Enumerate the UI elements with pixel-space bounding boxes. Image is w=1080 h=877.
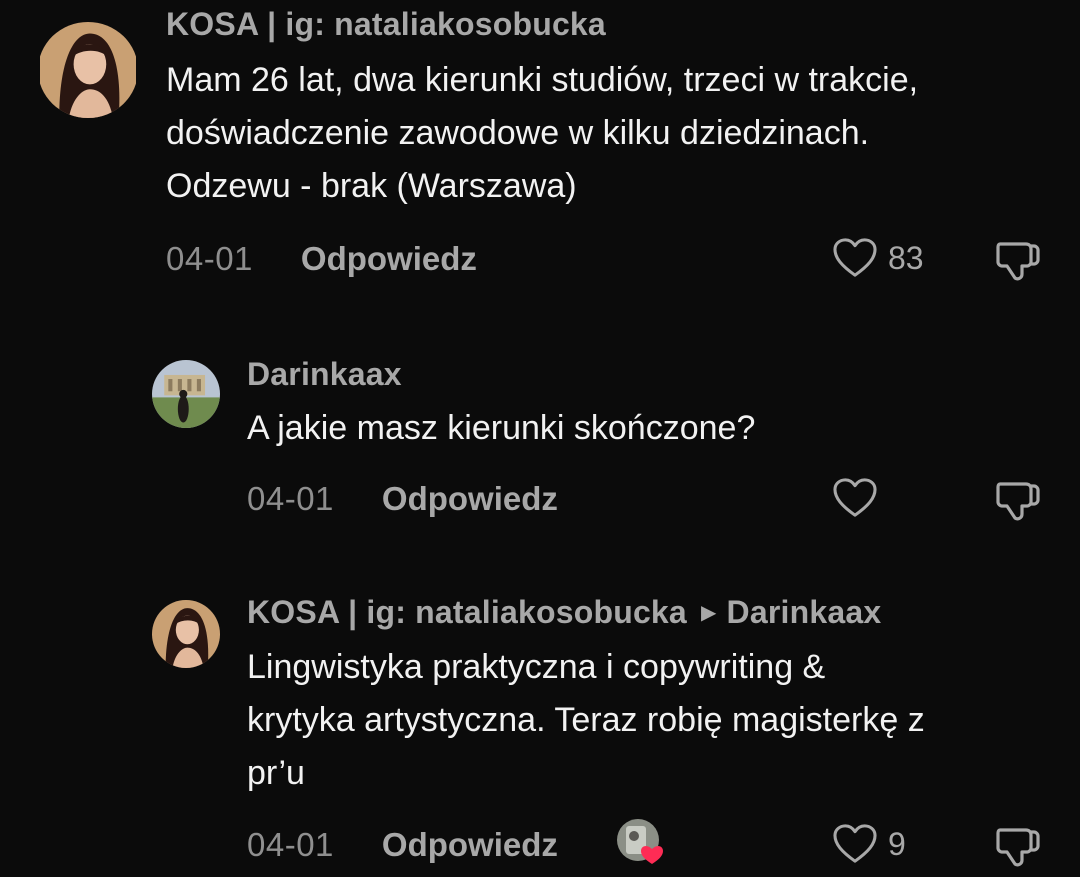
reply-button[interactable]: Odpowiedz xyxy=(382,826,558,864)
dislike-button[interactable] xyxy=(994,236,1042,284)
like-button[interactable]: 9 xyxy=(832,820,906,868)
reply-username: KOSA | ig: nataliakosobucka ▶ Darinkaax xyxy=(247,594,881,631)
comment-meta: 04-01 Odpowiedz xyxy=(166,237,477,281)
reply-meta: 04-01 Odpowiedz xyxy=(247,477,558,521)
reply-username[interactable]: Darinkaax xyxy=(247,356,402,392)
like-button[interactable] xyxy=(832,474,888,522)
heart-outline-icon xyxy=(833,478,877,517)
heart-outline-icon xyxy=(833,238,877,277)
reply-text-line: Lingwistyka praktyczna i copywriting & xyxy=(247,648,826,686)
avatar[interactable] xyxy=(152,600,220,668)
dislike-button[interactable] xyxy=(994,476,1042,524)
creator-liked-badge xyxy=(616,818,664,866)
comment-text-line: Odzewu - brak (Warszawa) xyxy=(166,167,577,205)
avatar[interactable] xyxy=(38,22,138,118)
comment-date: 04-01 xyxy=(166,240,253,277)
comments-thread: KOSA | ig: nataliakosobucka Mam 26 lat, … xyxy=(0,0,1080,877)
caret-right-icon: ▶ xyxy=(700,602,717,624)
reply-date: 04-01 xyxy=(247,826,334,863)
comment-text: Mam 26 lat, dwa kierunki studiów, trzeci… xyxy=(166,54,918,213)
reply-date: 04-01 xyxy=(247,480,334,517)
thumbs-down-outline-icon xyxy=(996,482,1040,521)
reply-meta: 04-01 Odpowiedz xyxy=(247,823,558,867)
comment-item: KOSA | ig: nataliakosobucka Mam 26 lat, … xyxy=(0,0,1080,300)
thumbs-down-outline-icon xyxy=(996,828,1040,867)
comment-username[interactable]: KOSA | ig: nataliakosobucka xyxy=(166,6,606,42)
avatar[interactable] xyxy=(152,360,220,428)
thumbs-down-outline-icon xyxy=(996,242,1040,281)
reply-to-username[interactable]: Darinkaax xyxy=(727,594,882,630)
reply-text-line: krytyka artystyczna. Teraz robię magiste… xyxy=(247,701,925,739)
like-count: 9 xyxy=(888,825,906,862)
reply-author[interactable]: KOSA | ig: nataliakosobucka xyxy=(247,594,687,630)
reply-item: Darinkaax A jakie masz kierunki skończon… xyxy=(0,340,1080,540)
reply-button[interactable]: Odpowiedz xyxy=(301,240,477,278)
reply-text-line: pr’u xyxy=(247,754,305,792)
reply-item: KOSA | ig: nataliakosobucka ▶ Darinkaax Li… xyxy=(0,580,1080,877)
comment-text-line: doświadczenie zawodowe w kilku dziedzina… xyxy=(166,114,870,152)
reply-text: A jakie masz kierunki skończone? xyxy=(247,402,755,455)
creator-avatar-icon xyxy=(617,819,663,864)
like-count: 83 xyxy=(888,239,924,276)
reply-button[interactable]: Odpowiedz xyxy=(382,480,558,518)
heart-outline-icon xyxy=(833,824,877,863)
dislike-button[interactable] xyxy=(994,822,1042,870)
reply-text: Lingwistyka praktyczna i copywriting & k… xyxy=(247,641,925,800)
like-button[interactable]: 83 xyxy=(832,234,924,282)
comment-text-line: Mam 26 lat, dwa kierunki studiów, trzeci… xyxy=(166,61,919,99)
reply-text-line: A jakie masz kierunki skończone? xyxy=(247,409,756,447)
